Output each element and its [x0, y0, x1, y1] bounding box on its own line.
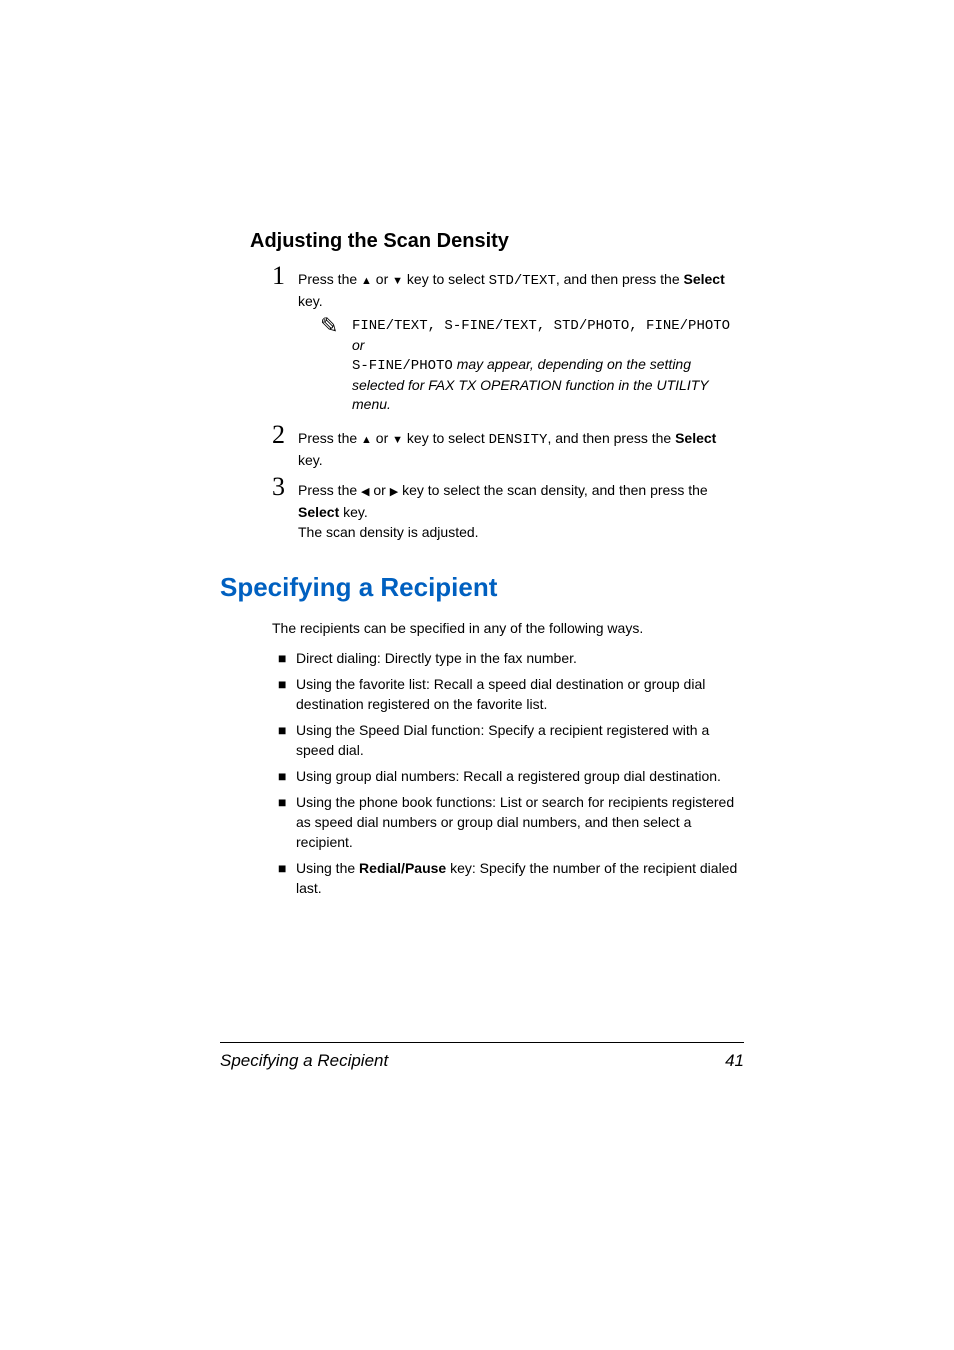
list-item: ■ Using the Redial/Pause key: Specify th…: [278, 858, 744, 898]
text: key.: [339, 504, 368, 520]
text: Press the: [298, 271, 361, 287]
text: or: [352, 337, 364, 353]
step-3: 3 Press the or key to select the scan de…: [272, 474, 744, 542]
note-text: FINE/TEXT, S-FINE/TEXT, STD/PHOTO, FINE/…: [352, 315, 744, 414]
step-2: 2 Press the or key to select DENSITY, an…: [272, 422, 744, 470]
page-footer: Specifying a Recipient 41: [220, 1042, 744, 1071]
step-body: Press the or key to select STD/TEXT, and…: [298, 263, 744, 311]
step-body: Press the or key to select the scan dens…: [298, 474, 744, 542]
heading-specifying-recipient: Specifying a Recipient: [220, 572, 744, 603]
text: key to select: [403, 271, 489, 287]
text: key.: [298, 293, 323, 309]
bullet-icon: ■: [278, 792, 296, 812]
text: Using the Speed Dial function: Specify a…: [296, 720, 744, 760]
bullet-icon: ■: [278, 766, 296, 786]
footer-section-title: Specifying a Recipient: [220, 1051, 388, 1071]
list-item: ■ Using the Speed Dial function: Specify…: [278, 720, 744, 760]
bold-key: Select: [298, 504, 339, 520]
code-text: DENSITY: [489, 432, 548, 448]
page-number: 41: [725, 1051, 744, 1071]
text: Press the: [298, 482, 361, 498]
text: Using the Redial/Pause key: Specify the …: [296, 858, 744, 898]
text: Direct dialing: Directly type in the fax…: [296, 648, 577, 668]
bullet-icon: ■: [278, 858, 296, 878]
text: key to select the scan density, and then…: [398, 482, 707, 498]
code-text: FINE/TEXT, S-FINE/TEXT, STD/PHOTO, FINE/…: [352, 318, 730, 334]
text: key.: [298, 452, 323, 468]
list-item: ■ Direct dialing: Directly type in the f…: [278, 648, 744, 668]
note-icon: ✎: [320, 315, 352, 337]
step-number: 1: [272, 263, 298, 289]
text: Using the favorite list: Recall a speed …: [296, 674, 744, 714]
text: Using the: [296, 860, 359, 876]
page: Adjusting the Scan Density 1 Press the o…: [0, 0, 954, 1350]
bold-key: Select: [675, 430, 716, 446]
down-arrow-icon: [392, 271, 403, 287]
bullet-icon: ■: [278, 720, 296, 740]
text: Using group dial numbers: Recall a regis…: [296, 766, 721, 786]
step-number: 3: [272, 474, 298, 500]
bullet-icon: ■: [278, 648, 296, 668]
text: or: [372, 271, 392, 287]
note-block: ✎ FINE/TEXT, S-FINE/TEXT, STD/PHOTO, FIN…: [320, 315, 744, 414]
code-text: S-FINE/PHOTO: [352, 358, 453, 374]
text: , and then press the: [556, 271, 684, 287]
text: , and then press the: [547, 430, 675, 446]
intro-paragraph: The recipients can be specified in any o…: [272, 618, 744, 638]
text: key to select: [403, 430, 489, 446]
list-item: ■ Using group dial numbers: Recall a reg…: [278, 766, 744, 786]
up-arrow-icon: [361, 271, 372, 287]
bold-key: Select: [684, 271, 725, 287]
bullet-icon: ■: [278, 674, 296, 694]
code-text: STD/TEXT: [489, 273, 556, 289]
footer-row: Specifying a Recipient 41: [220, 1051, 744, 1071]
up-arrow-icon: [361, 430, 372, 446]
text: The scan density is adjusted.: [298, 524, 479, 540]
heading-adjust-scan-density: Adjusting the Scan Density: [250, 230, 744, 253]
text: or: [372, 430, 392, 446]
text: Press the: [298, 430, 361, 446]
step-body: Press the or key to select DENSITY, and …: [298, 422, 744, 470]
footer-rule: [220, 1042, 744, 1043]
text: or: [370, 482, 390, 498]
right-arrow-icon: [390, 482, 398, 498]
steps-list: 1 Press the or key to select STD/TEXT, a…: [272, 263, 744, 542]
list-item: ■ Using the favorite list: Recall a spee…: [278, 674, 744, 714]
bold-key: Redial/Pause: [359, 860, 446, 876]
text: Using the phone book functions: List or …: [296, 792, 744, 852]
list-item: ■ Using the phone book functions: List o…: [278, 792, 744, 852]
down-arrow-icon: [392, 430, 403, 446]
bullet-list: ■ Direct dialing: Directly type in the f…: [278, 648, 744, 898]
left-arrow-icon: [361, 482, 369, 498]
step-1: 1 Press the or key to select STD/TEXT, a…: [272, 263, 744, 311]
step-number: 2: [272, 422, 298, 448]
